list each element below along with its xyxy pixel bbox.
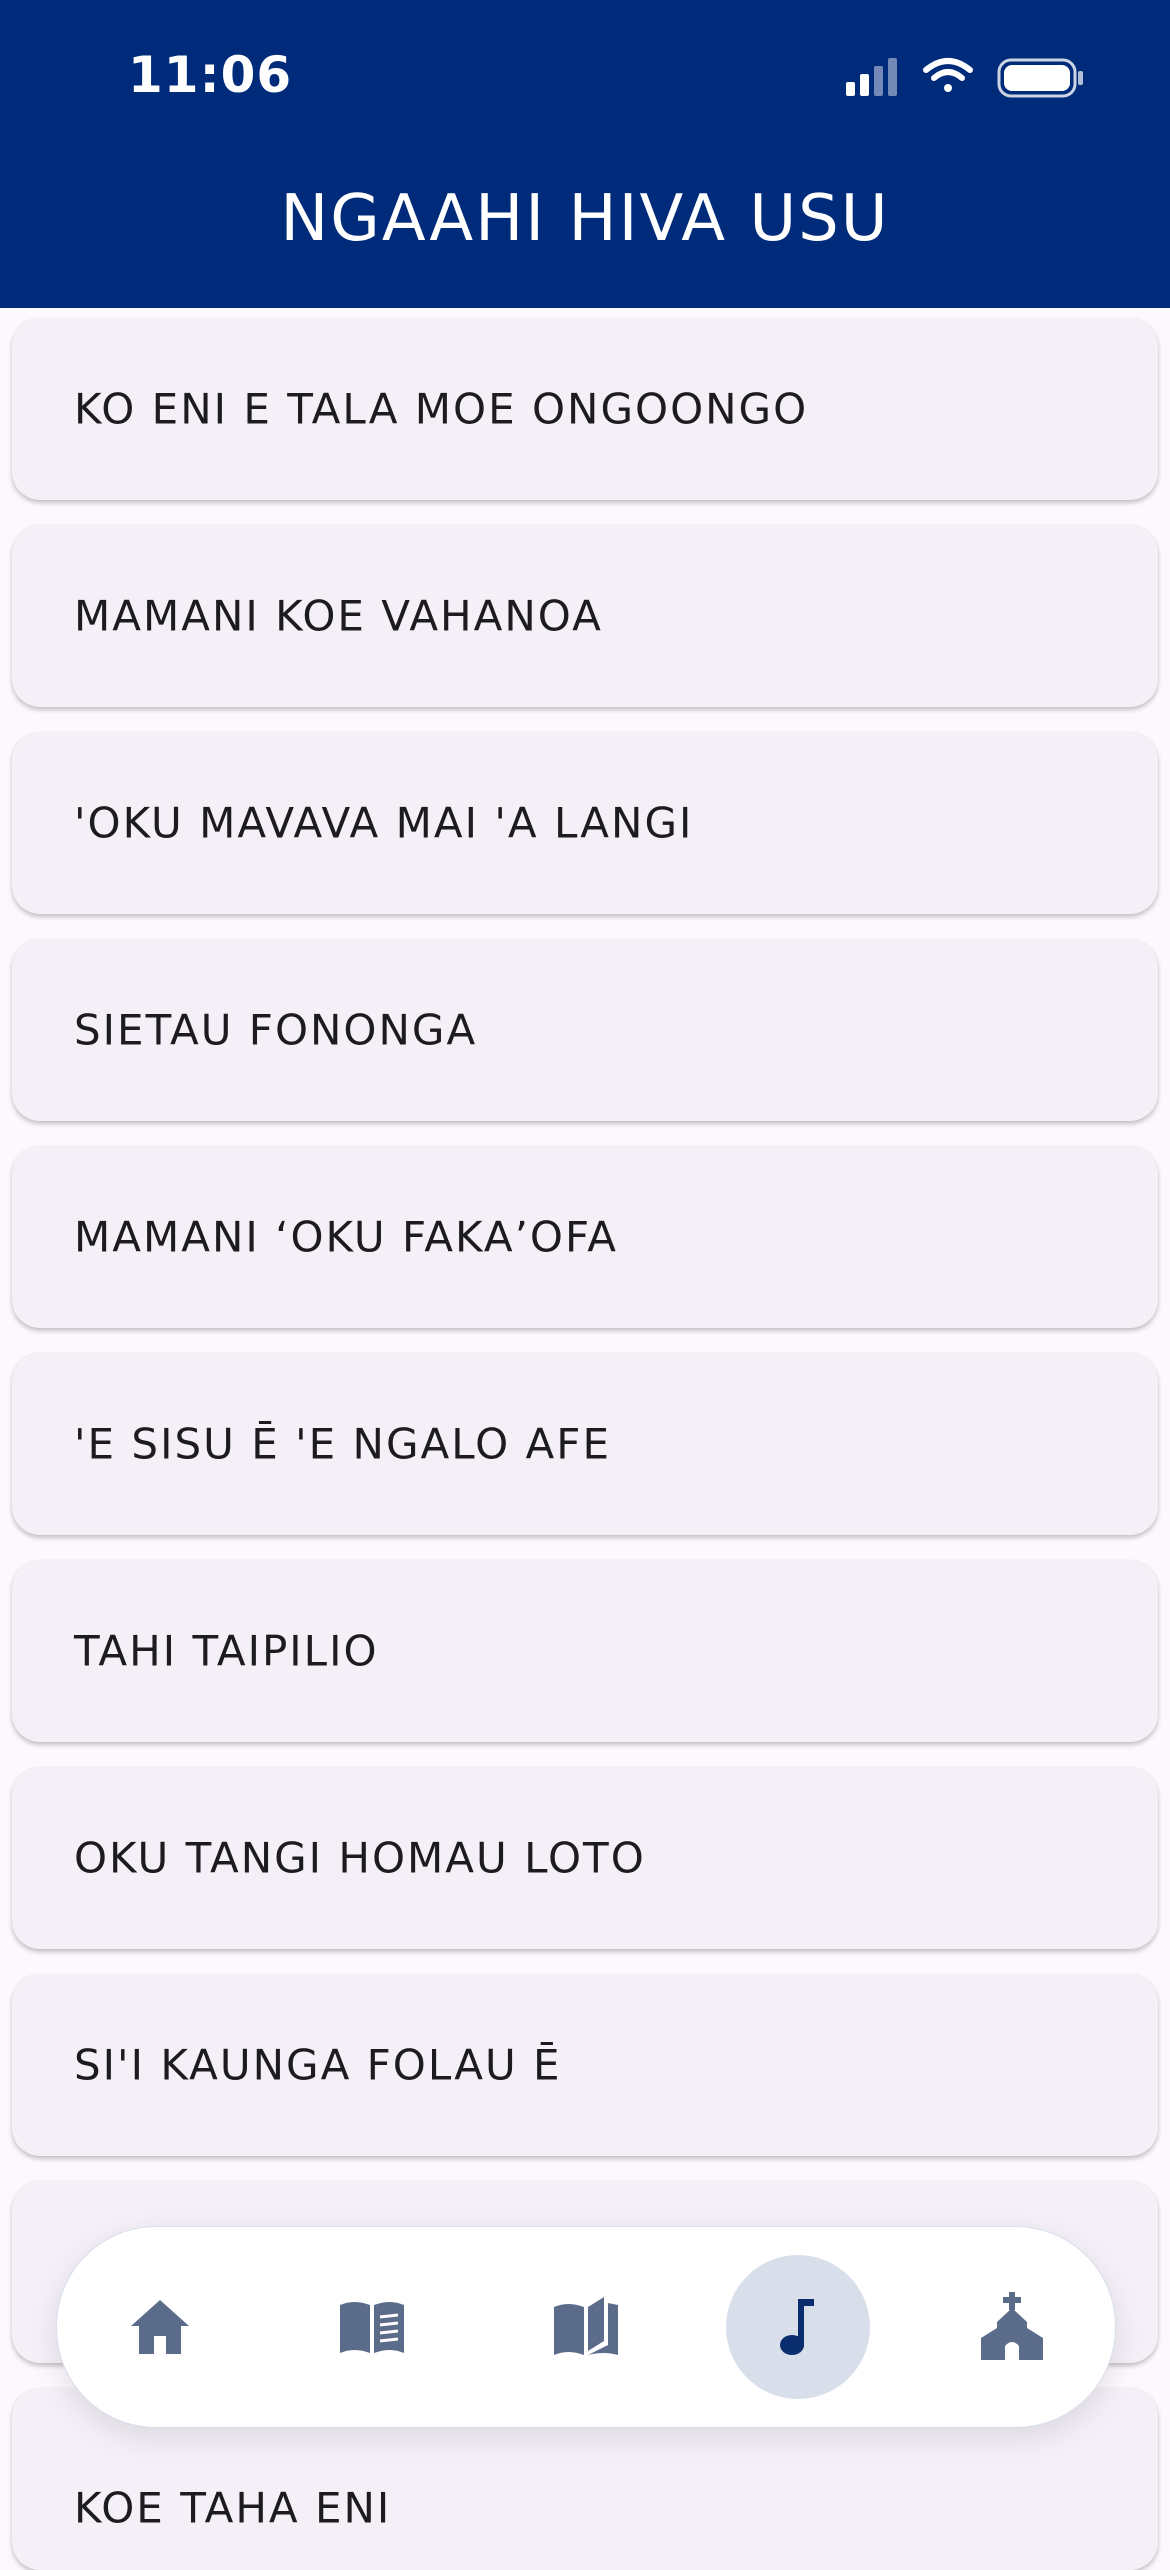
status-icons [846, 56, 1090, 100]
music-note-icon [780, 2299, 814, 2355]
home-icon [131, 2300, 189, 2354]
nav-music[interactable] [726, 2255, 870, 2399]
bottom-navigation [56, 2226, 1116, 2428]
song-list-item[interactable]: 'OKU MAVAVA MAI 'A LANGI [12, 732, 1158, 914]
nav-home[interactable] [88, 2255, 232, 2399]
signal-icon [846, 58, 897, 96]
song-list-item[interactable]: OKU TANGI HOMAU LOTO [12, 1767, 1158, 1949]
open-book-icon [554, 2297, 618, 2355]
song-title: KO ENI E TALA MOE ONGOONGO [74, 384, 809, 434]
song-title: TAHI TAIPILIO [74, 1626, 379, 1676]
song-list-item[interactable]: SIETAU FONONGA [12, 939, 1158, 1121]
song-list-item[interactable]: SI'I KAUNGA FOLAU Ē [12, 1974, 1158, 2156]
song-title: 'E SISU Ē 'E NGALO AFE [74, 1419, 611, 1469]
page-title: NGAAHI HIVA USU [280, 182, 890, 256]
app-header: 11:06 NGAAHI HIVA USU [0, 0, 1170, 308]
nav-book-list[interactable] [300, 2255, 444, 2399]
wifi-icon [923, 58, 973, 92]
song-list-item[interactable]: 'E SISU Ē 'E NGALO AFE [12, 1353, 1158, 1535]
song-title: SI'I KAUNGA FOLAU Ē [74, 2040, 562, 2090]
song-title: OKU TANGI HOMAU LOTO [74, 1833, 646, 1883]
nav-open-book[interactable] [514, 2255, 658, 2399]
song-list-item[interactable]: MAMANI KOE VAHANOA [12, 525, 1158, 707]
song-title: 'OKU MAVAVA MAI 'A LANGI [74, 798, 694, 848]
song-title: MAMANI ‘OKU FAKA’OFA [74, 1212, 619, 1262]
church-icon [981, 2292, 1043, 2360]
status-time: 11:06 [128, 46, 293, 104]
song-list-item[interactable]: TAHI TAIPILIO [12, 1560, 1158, 1742]
song-list-item[interactable]: KO ENI E TALA MOE ONGOONGO [12, 318, 1158, 500]
song-title: MAMANI KOE VAHANOA [74, 591, 603, 641]
book-list-icon [340, 2302, 404, 2353]
song-title: SIETAU FONONGA [74, 1005, 478, 1055]
nav-church[interactable] [940, 2255, 1084, 2399]
battery-icon [997, 58, 1083, 98]
song-list-item[interactable]: MAMANI ‘OKU FAKA’OFA [12, 1146, 1158, 1328]
song-title: KOE TAHA ENI [74, 2483, 392, 2533]
